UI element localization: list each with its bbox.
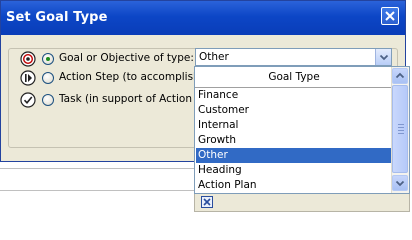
background-divider-2 [0, 190, 194, 191]
grip-line [398, 127, 404, 128]
action-step-icon [20, 70, 36, 86]
scroll-thumb[interactable] [392, 85, 408, 173]
task-radio[interactable] [42, 94, 54, 106]
goal-radio[interactable] [42, 53, 54, 65]
task-check-icon [20, 92, 36, 108]
background-divider-1 [0, 168, 194, 169]
chevron-down-icon [379, 54, 389, 61]
grip-line [398, 133, 404, 134]
goal-target-icon [20, 51, 36, 67]
grip-line [398, 130, 404, 131]
dropdown-footer [194, 194, 410, 212]
close-icon [385, 11, 395, 21]
scroll-up-button[interactable] [392, 68, 408, 84]
goal-type-dropdown: Goal Type Finance Customer Internal Grow… [194, 66, 410, 194]
chevron-down-icon [395, 180, 405, 187]
dropdown-close-button[interactable] [201, 196, 213, 208]
scroll-down-button[interactable] [392, 175, 408, 191]
task-option-label: Task (in support of Action St [59, 93, 194, 105]
action-step-radio[interactable] [42, 72, 54, 84]
goal-option-label: Goal or Objective of type: [59, 52, 194, 64]
dropdown-arrow-button[interactable] [375, 49, 391, 65]
dropdown-item-other[interactable]: Other [196, 148, 392, 163]
dropdown-item-growth[interactable]: Growth [196, 133, 392, 148]
dropdown-header: Goal Type [195, 67, 393, 88]
dropdown-item-finance[interactable]: Finance [196, 88, 392, 103]
chevron-up-icon [395, 72, 405, 79]
close-button[interactable] [381, 7, 399, 25]
dropdown-item-customer[interactable]: Customer [196, 103, 392, 118]
goal-type-select-value: Other [199, 51, 229, 63]
action-step-option-label: Action Step (to accomplish a [59, 71, 194, 83]
dropdown-item-heading[interactable]: Heading [196, 163, 392, 178]
close-icon [203, 198, 211, 206]
dropdown-item-action-plan[interactable]: Action Plan [196, 178, 392, 193]
grip-line [398, 124, 404, 125]
dropdown-scrollbar[interactable] [391, 67, 409, 193]
title-bar[interactable]: Set Goal Type [1, 1, 405, 35]
goal-type-select[interactable]: Other [195, 48, 392, 66]
dialog-title: Set Goal Type [6, 10, 108, 25]
dropdown-item-internal[interactable]: Internal [196, 118, 392, 133]
